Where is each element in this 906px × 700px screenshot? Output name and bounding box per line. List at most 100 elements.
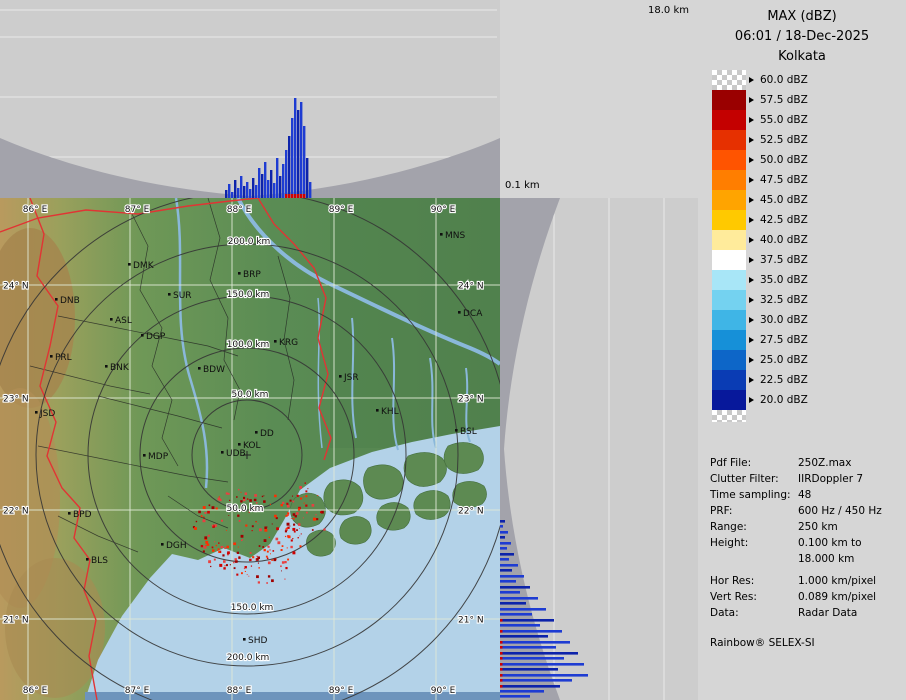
city-label: BPD [73, 510, 92, 520]
echo-column [270, 170, 272, 198]
legend-label: 42.5 dBZ [760, 214, 808, 226]
radar-echo [203, 517, 204, 518]
radar-echo [317, 495, 318, 496]
info-row: Hor Res:1.000 km/pixel [710, 573, 902, 589]
legend-swatch [712, 150, 746, 170]
city-marker [274, 340, 277, 343]
info-value: 48 [798, 487, 811, 503]
echo-row [500, 690, 544, 693]
radar-echo [214, 559, 216, 561]
radar-echo [254, 499, 256, 501]
radar-echo [282, 545, 284, 547]
echo-column [252, 178, 254, 198]
radar-echo [203, 550, 205, 552]
radar-echo [305, 495, 307, 497]
echo-row-base [500, 646, 503, 649]
echo-column [282, 164, 284, 198]
radar-echo [262, 546, 264, 548]
radar-echo [270, 553, 271, 554]
legend-entry: 52.5 dBZ [712, 130, 808, 150]
radar-echo [262, 496, 263, 497]
radar-echo [212, 549, 214, 551]
radar-echo [257, 523, 258, 524]
radar-echo [300, 498, 302, 500]
info-label: Hor Res: [710, 573, 798, 589]
radar-echo [243, 497, 245, 499]
radar-echo [294, 531, 296, 533]
radar-echo [228, 555, 229, 556]
radar-echo [264, 529, 267, 532]
legend-tick-icon [749, 217, 754, 223]
echo-column [255, 185, 257, 198]
radar-echo [210, 566, 211, 567]
radar-echo [245, 524, 247, 526]
radar-echo [293, 524, 295, 526]
city-marker [339, 375, 342, 378]
radar-display: 18.0 km 0.1 km [0, 0, 906, 700]
city-label: PRL [55, 353, 72, 363]
radar-echo [203, 506, 206, 509]
radar-echo [281, 549, 283, 551]
radar-echo [295, 515, 297, 517]
radar-echo [266, 556, 268, 558]
latitude-label: 22° N [458, 507, 484, 517]
radar-echo [219, 496, 220, 497]
legend-entry: 60.0 dBZ [712, 70, 808, 90]
echo-row [500, 646, 556, 649]
echo-column [279, 176, 281, 198]
radar-echo [250, 552, 252, 554]
radar-echo [307, 488, 308, 489]
station-name: Kolkata [698, 47, 906, 67]
echo-column [300, 102, 302, 198]
radar-echo [218, 551, 220, 553]
radar-echo [226, 546, 229, 549]
radar-echo [204, 512, 206, 514]
radar-echo [259, 545, 261, 547]
radar-echo [287, 559, 289, 561]
echo-row [500, 586, 530, 589]
legend-label: 45.0 dBZ [760, 194, 808, 206]
radar-echo [259, 528, 262, 531]
radar-echo [241, 492, 242, 493]
city-marker [105, 365, 108, 368]
radar-echo [243, 531, 244, 532]
legend-swatch [712, 130, 746, 150]
radar-echo [223, 567, 225, 569]
city-label: BNK [110, 363, 130, 373]
longitude-label: 88° E [227, 205, 252, 215]
city-marker [238, 272, 241, 275]
radar-echo [216, 507, 218, 509]
echo-row [500, 695, 530, 698]
legend-tick-icon [749, 277, 754, 283]
city-marker [141, 334, 144, 337]
radar-echo [254, 494, 257, 497]
radar-echo [292, 538, 293, 539]
radar-echo [272, 523, 273, 524]
city-marker [221, 451, 224, 454]
info-label: Pdf File: [710, 455, 798, 471]
radar-echo [243, 499, 245, 501]
city-label: DD [260, 429, 274, 439]
legend-entry: 32.5 dBZ [712, 290, 808, 310]
radar-echo [235, 558, 237, 560]
echo-row [500, 641, 570, 644]
echo-column [303, 126, 305, 198]
radar-echo [268, 575, 270, 577]
legend-swatch [712, 370, 746, 390]
echo-row-base [500, 668, 503, 671]
height-max-label: 18.0 km [648, 5, 689, 16]
radar-echo [208, 560, 211, 563]
radar-echo [264, 526, 266, 528]
radar-echo [323, 528, 325, 530]
legend-tick-icon [749, 357, 754, 363]
longitude-label: 87° E [125, 686, 150, 696]
radar-echo [207, 511, 210, 514]
longitude-label: 87° E [125, 205, 150, 215]
radar-echo [224, 547, 226, 549]
city-label: BRP [243, 270, 261, 280]
echo-row [500, 674, 588, 677]
info-value: Radar Data [798, 605, 857, 621]
side-projection-svg [500, 198, 698, 700]
radar-echo [299, 528, 300, 529]
radar-echo [274, 495, 277, 498]
